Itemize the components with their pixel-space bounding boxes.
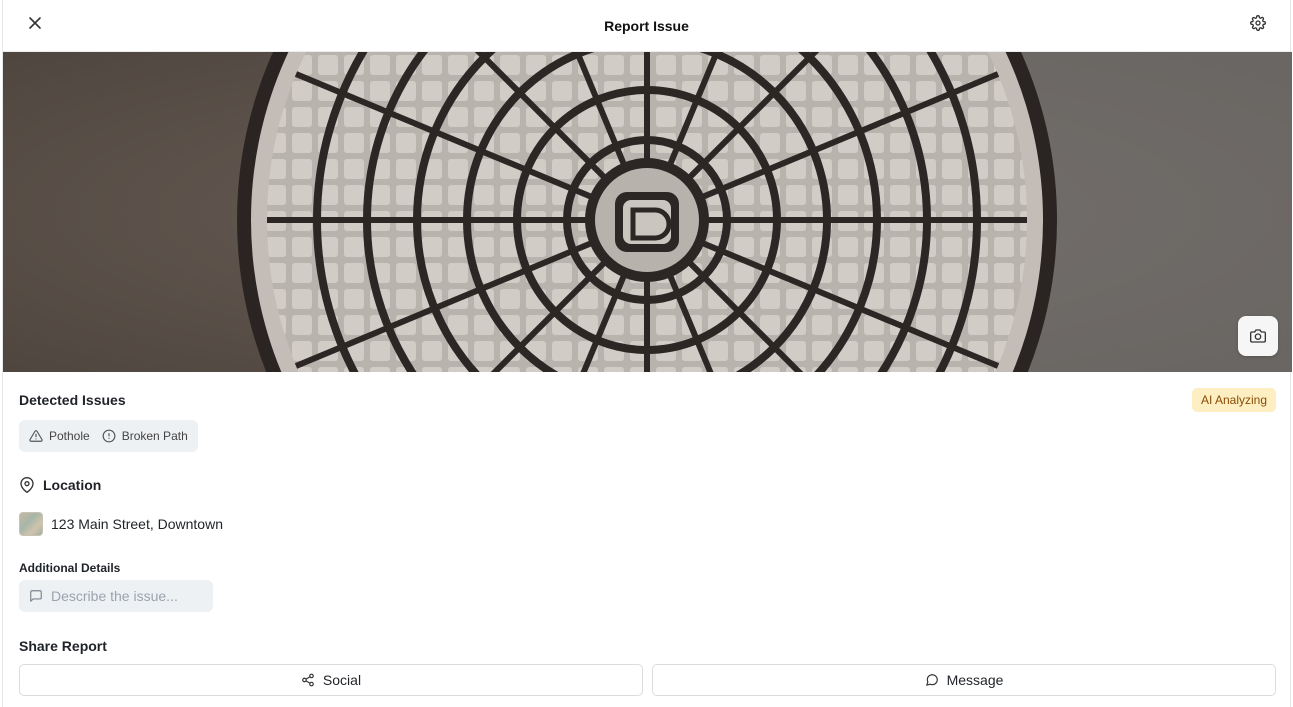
settings-button[interactable] bbox=[1246, 11, 1270, 35]
camera-icon bbox=[1250, 329, 1266, 343]
location-heading: Location bbox=[19, 477, 101, 493]
alert-circle-icon bbox=[102, 429, 116, 443]
location-title: Location bbox=[43, 477, 102, 493]
camera-button[interactable] bbox=[1238, 316, 1278, 356]
top-bar: Report Issue bbox=[3, 0, 1290, 52]
share-icon bbox=[302, 673, 314, 687]
issue-photo bbox=[3, 52, 1292, 372]
social-label: Social bbox=[322, 672, 362, 688]
map-pin-icon bbox=[20, 477, 34, 493]
close-icon bbox=[29, 17, 41, 29]
location-address-row[interactable]: 123 Main Street, Downtown bbox=[19, 512, 223, 536]
message-label: Message bbox=[946, 672, 1004, 688]
additional-details-label: Additional Details bbox=[19, 561, 121, 575]
message-square-icon bbox=[30, 590, 42, 602]
tag-pothole[interactable]: Pothole bbox=[29, 429, 90, 443]
manhole-cover-image bbox=[3, 52, 1292, 372]
message-circle-icon bbox=[925, 674, 938, 686]
share-report-title: Share Report bbox=[19, 638, 107, 654]
gear-icon bbox=[1250, 15, 1266, 31]
details-input[interactable] bbox=[51, 588, 201, 604]
share-social-button[interactable]: Social bbox=[19, 664, 643, 696]
tag-label: Pothole bbox=[49, 429, 90, 443]
map-thumbnail bbox=[19, 512, 43, 536]
status-badge: AI Analyzing bbox=[1191, 388, 1276, 412]
close-button[interactable] bbox=[23, 11, 47, 35]
page-title: Report Issue bbox=[604, 17, 689, 34]
location-address: 123 Main Street, Downtown bbox=[51, 516, 223, 532]
share-message-button[interactable]: Message bbox=[652, 664, 1276, 696]
detected-issues-chips: Pothole Broken Path bbox=[19, 420, 198, 452]
detected-issues-title: Detected Issues bbox=[19, 392, 126, 408]
tag-label: Broken Path bbox=[121, 429, 188, 443]
additional-details-field[interactable] bbox=[19, 580, 213, 612]
tag-broken-path[interactable]: Broken Path bbox=[102, 429, 188, 443]
warning-triangle-icon bbox=[29, 430, 43, 442]
report-issue-screen: Report Issue Detected Issues AI Analyzin… bbox=[2, 0, 1292, 707]
